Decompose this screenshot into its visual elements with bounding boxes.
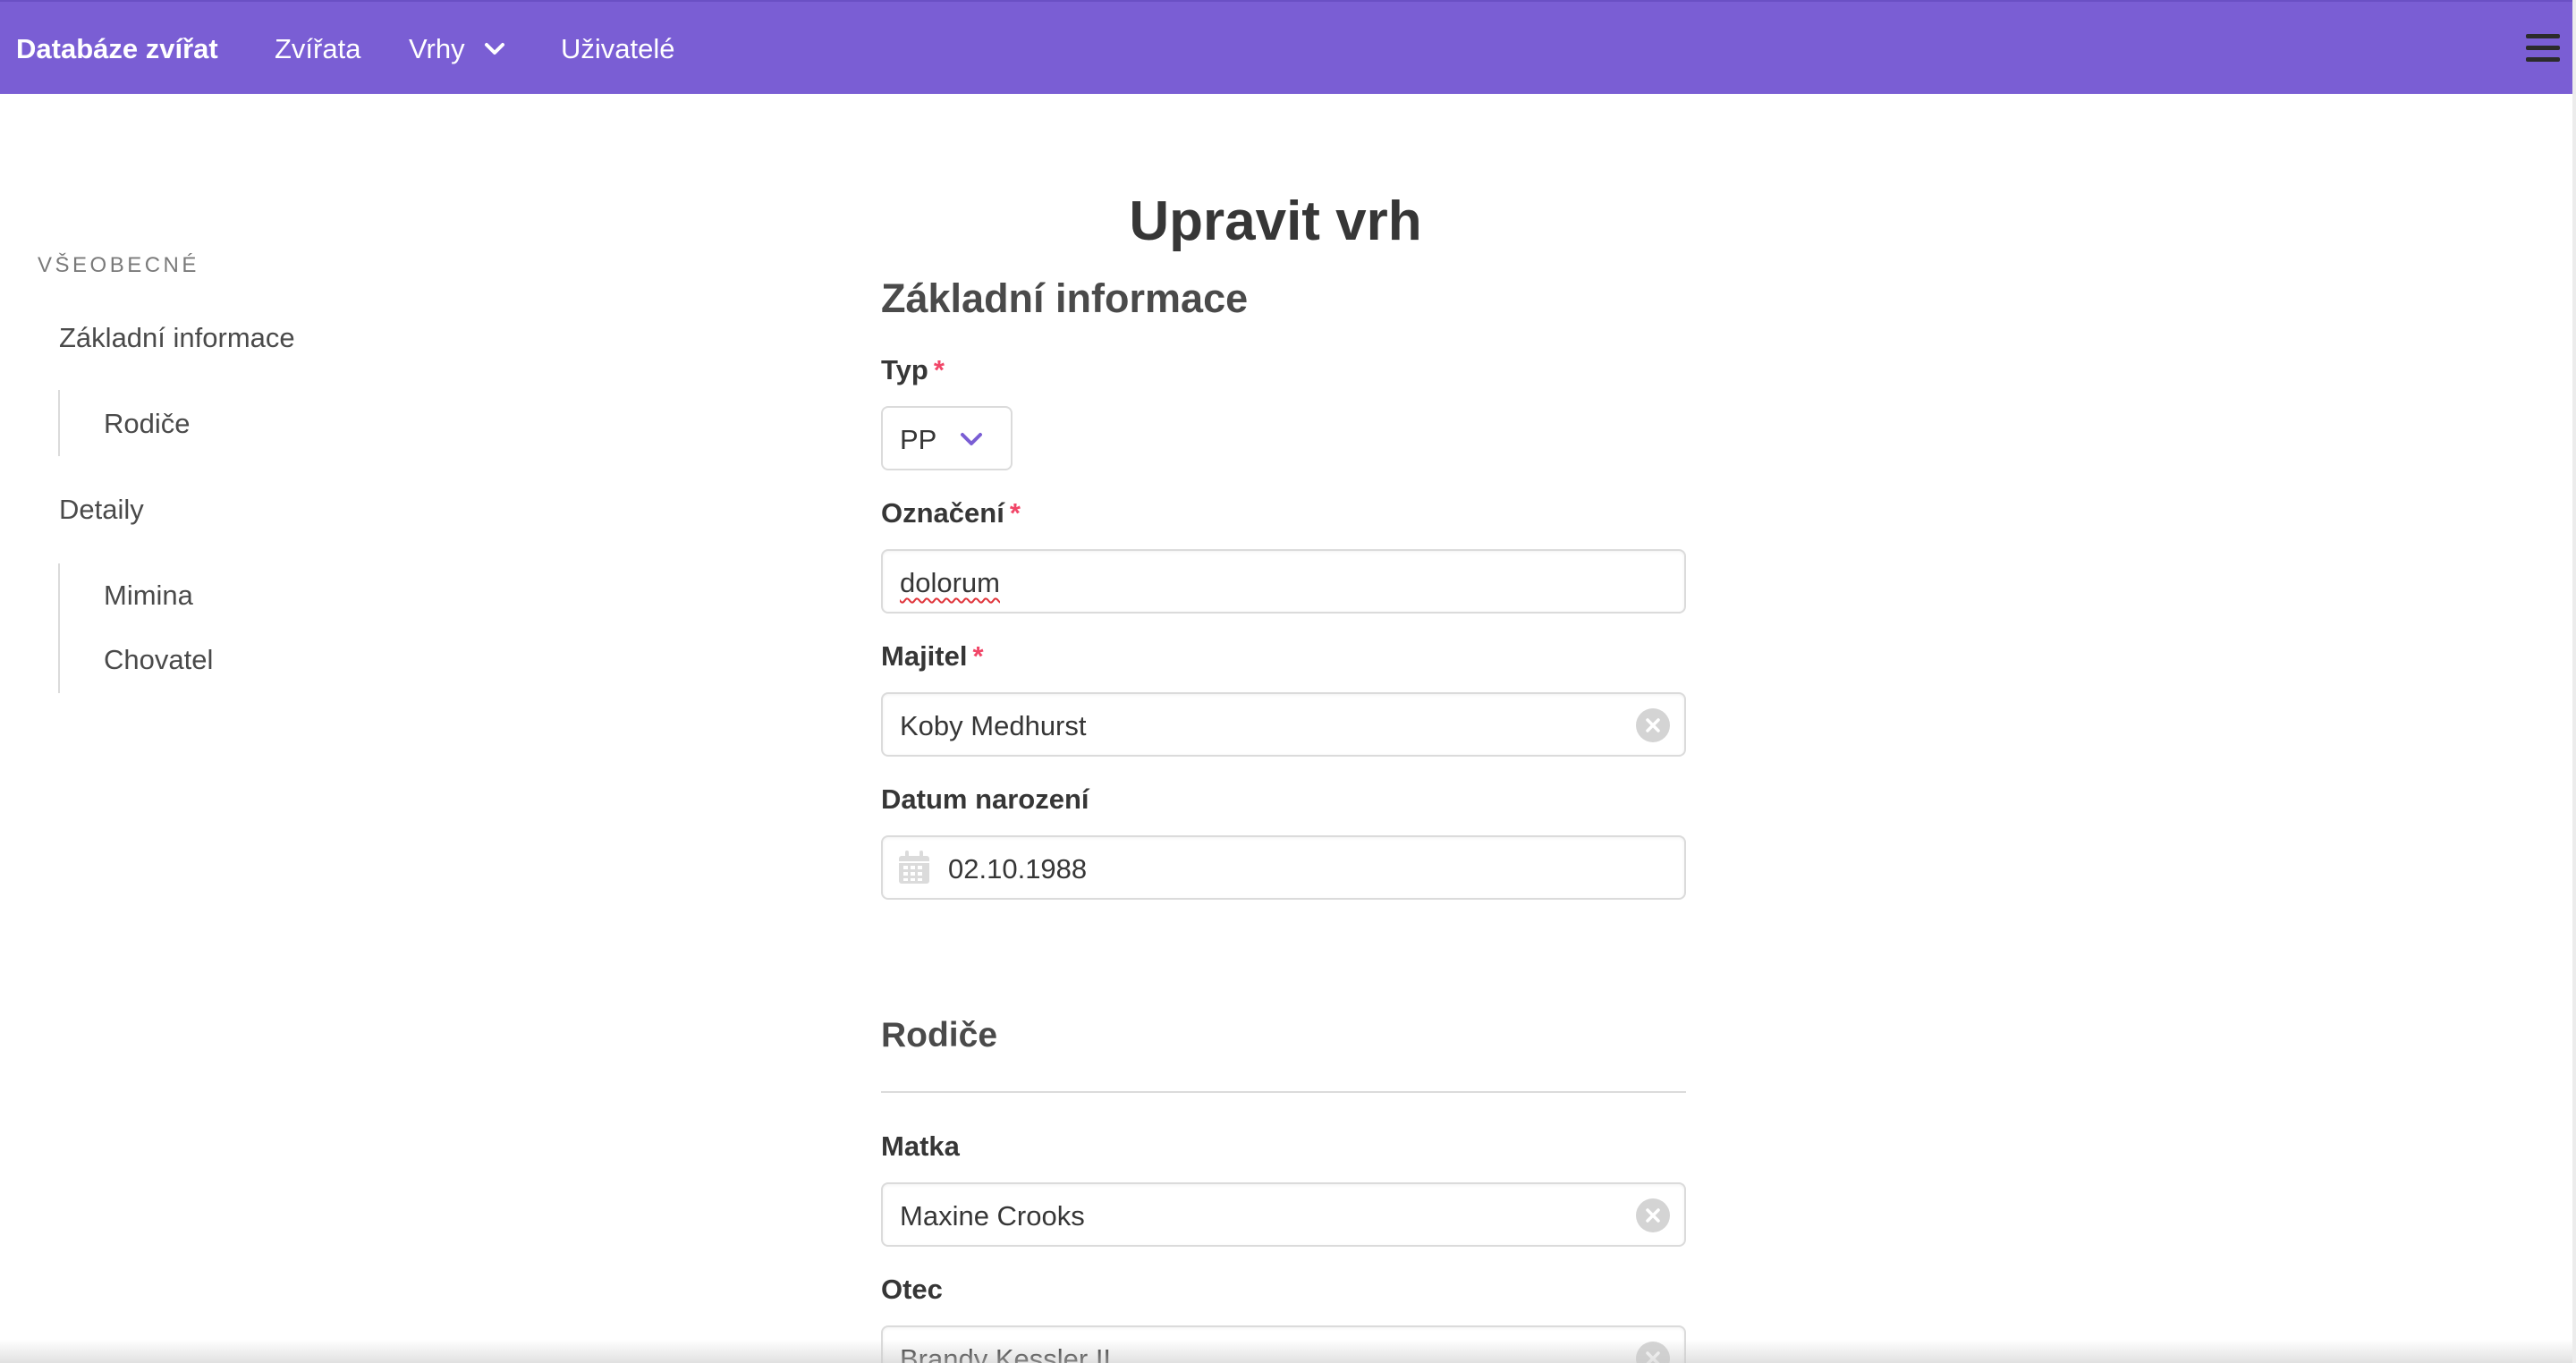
type-label-text: Typ xyxy=(881,354,928,385)
clear-icon[interactable] xyxy=(1636,708,1670,742)
birth-date-value: 02.10.1988 xyxy=(948,853,1088,885)
designation-input-value: dolorum xyxy=(900,567,1000,598)
nav-item-vrhy[interactable]: Vrhy xyxy=(409,2,506,96)
clear-icon[interactable] xyxy=(1636,1198,1670,1232)
page-title: Upravit vrh xyxy=(1129,190,1422,252)
nav-item-zvirata[interactable]: Zvířata xyxy=(275,2,360,96)
sidebar-item-mimina[interactable]: Mimina xyxy=(104,580,193,612)
sidebar-item-rodice[interactable]: Rodiče xyxy=(104,408,191,440)
submenu-border xyxy=(58,563,60,693)
nav-item-vrhy-label: Vrhy xyxy=(409,32,465,64)
designation-label-text: Označení xyxy=(881,497,1004,529)
required-marker: * xyxy=(1009,497,1021,529)
father-input-value: Brandy Kessler II xyxy=(900,1343,1112,1363)
section-title-basic-info: Základní informace xyxy=(881,275,1249,321)
window-edge xyxy=(2572,0,2576,1363)
submenu-border xyxy=(58,390,60,456)
type-select-value: PP xyxy=(900,424,937,455)
designation-label: Označení * xyxy=(881,497,1021,529)
clear-icon[interactable] xyxy=(1636,1342,1670,1363)
father-autocomplete[interactable]: Brandy Kessler II xyxy=(881,1325,1686,1363)
birth-date-label-text: Datum narození xyxy=(881,783,1089,815)
designation-input[interactable]: dolorum xyxy=(881,549,1686,614)
hamburger-menu-icon[interactable] xyxy=(2524,29,2562,68)
required-marker: * xyxy=(933,354,945,385)
chevron-down-icon xyxy=(484,42,504,55)
owner-label-text: Majitel xyxy=(881,640,968,672)
calendar-icon xyxy=(899,851,929,884)
page: Databáze zvířat Zvířata Vrhy Uživatelé V… xyxy=(0,0,2572,1363)
type-label: Typ * xyxy=(881,354,945,386)
section-divider xyxy=(881,1091,1686,1093)
owner-autocomplete[interactable]: Koby Medhurst xyxy=(881,692,1686,757)
nav-item-uzivatele[interactable]: Uživatelé xyxy=(561,2,675,96)
type-select[interactable]: PP xyxy=(881,406,1013,470)
sidebar-section-label: Všeobecné xyxy=(38,253,199,277)
mother-autocomplete[interactable]: Maxine Crooks xyxy=(881,1182,1686,1247)
sidebar-item-zakladni-informace[interactable]: Základní informace xyxy=(59,322,295,354)
father-label-text: Otec xyxy=(881,1274,943,1305)
owner-input-value: Koby Medhurst xyxy=(900,710,1087,741)
required-marker: * xyxy=(972,640,984,672)
top-navbar: Databáze zvířat Zvířata Vrhy Uživatelé xyxy=(0,0,2572,94)
birth-date-input[interactable]: 02.10.1988 xyxy=(881,835,1686,900)
owner-label: Majitel * xyxy=(881,640,984,673)
section-title-parents: Rodiče xyxy=(881,1016,998,1054)
mother-input-value: Maxine Crooks xyxy=(900,1200,1085,1232)
sidebar-item-detaily[interactable]: Detaily xyxy=(59,494,144,526)
chevron-down-icon xyxy=(961,433,982,445)
mother-label: Matka xyxy=(881,1130,960,1163)
father-label: Otec xyxy=(881,1274,943,1306)
brand-link[interactable]: Databáze zvířat xyxy=(16,2,218,96)
mother-label-text: Matka xyxy=(881,1130,960,1162)
sidebar-item-chovatel[interactable]: Chovatel xyxy=(104,644,213,676)
birth-date-label: Datum narození xyxy=(881,783,1089,816)
